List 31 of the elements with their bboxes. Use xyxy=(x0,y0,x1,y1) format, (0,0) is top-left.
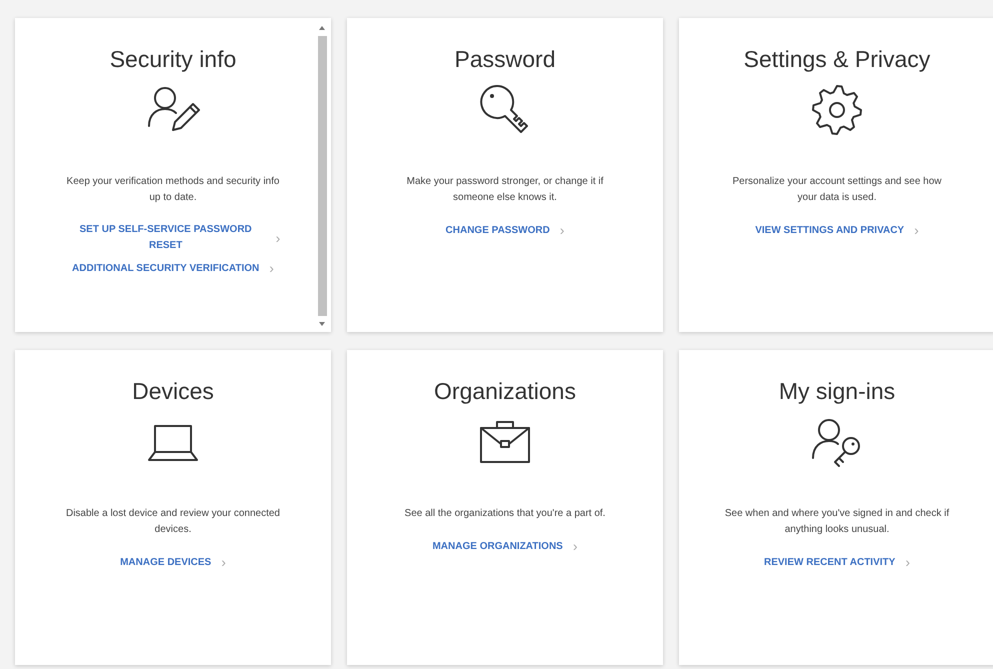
card-title: Security info xyxy=(110,45,236,74)
gear-icon xyxy=(809,82,865,138)
card-title: Password xyxy=(454,45,556,74)
action-link[interactable]: VIEW SETTINGS AND PRIVACY xyxy=(755,222,904,238)
card-description: Make your password stronger, or change it if someone else knows it. xyxy=(406,175,604,205)
card-title: Devices xyxy=(132,377,214,406)
chevron: › xyxy=(572,538,578,555)
action-link[interactable]: ADDITIONAL SECURITY VERIFICATION xyxy=(72,260,260,276)
scroll-down-icon[interactable] xyxy=(319,322,325,326)
card-description: Keep your verification methods and security info up to date. xyxy=(66,175,280,205)
card-description: Disable a lost device and review your connected devices. xyxy=(64,507,281,537)
chevron: › xyxy=(560,222,564,239)
action-link[interactable]: MANAGE DEVICES xyxy=(120,554,212,570)
card-title: Organizations xyxy=(434,377,576,406)
chevron: › xyxy=(276,230,280,246)
action-link[interactable]: CHANGE PASSWORD xyxy=(446,222,550,238)
chevron: › xyxy=(905,554,910,571)
chevron: › xyxy=(221,554,226,571)
scrollbar-thumb[interactable] xyxy=(318,36,326,316)
card-description: See when and where you've signed in and check if anything looks unusual. xyxy=(724,507,950,537)
card-description: See all the organizations that you're a part of. xyxy=(404,507,606,521)
scroll-up-icon[interactable] xyxy=(319,26,325,30)
card-description: Personalize your account settings and see how your data is used. xyxy=(731,175,942,205)
action-link[interactable]: MANAGE ORGANIZATIONS xyxy=(432,538,563,554)
chevron: › xyxy=(914,222,919,239)
scrollbar[interactable] xyxy=(317,26,327,326)
chevron: › xyxy=(269,260,274,277)
action-link[interactable]: REVIEW RECENT ACTIVITY xyxy=(764,554,896,570)
card-title: My sign-ins xyxy=(778,377,896,406)
card-title: Settings & Privacy xyxy=(744,45,930,74)
action-link[interactable]: SET UP SELF-SERVICE PASSWORD RESET xyxy=(66,222,266,254)
